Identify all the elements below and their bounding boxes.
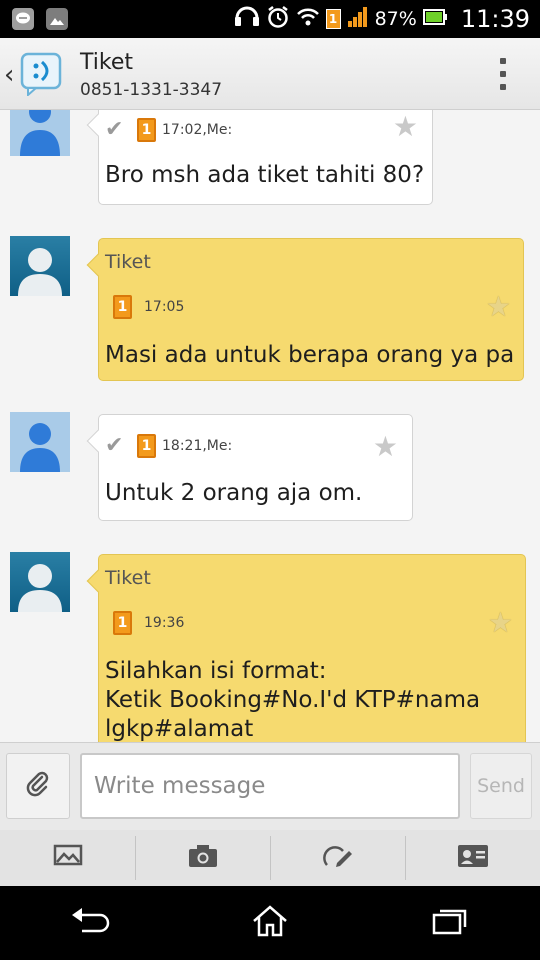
message-bubble-outgoing[interactable]: ✔ 1 17:02,Me: ★ Bro msh ada tiket tahiti… — [86, 110, 433, 205]
headset-icon — [234, 6, 260, 32]
clock: 11:39 — [460, 5, 530, 33]
sim-icon: 1 — [325, 9, 341, 29]
message-list[interactable]: ✔ 1 17:02,Me: ★ Bro msh ada tiket tahiti… — [0, 110, 540, 742]
message-bubble-incoming[interactable]: Tiket 1 17:05 ★ Masi ada untuk berapa or… — [86, 238, 524, 381]
my-avatar[interactable] — [10, 110, 70, 166]
recent-apps-button[interactable] — [405, 893, 495, 953]
sender-name: Tiket — [105, 251, 151, 273]
pencil-icon — [322, 843, 353, 873]
sender-name: Tiket — [105, 567, 151, 589]
send-button[interactable]: Send — [470, 753, 532, 819]
star-icon[interactable]: ★ — [488, 609, 513, 637]
message-time: 18:21,Me: — [162, 437, 233, 454]
star-icon[interactable]: ★ — [393, 113, 418, 141]
battery-icon — [422, 9, 447, 29]
paperclip-icon — [24, 770, 52, 802]
camera-icon — [188, 844, 218, 872]
back-chevron-icon[interactable]: ‹ — [4, 60, 14, 90]
conversation-header: ‹ Tiket 0851-1331-3347 — [0, 38, 540, 110]
message-text: Silahkan isi format: Ketik Booking#No.I'… — [105, 658, 481, 742]
messaging-app-icon[interactable] — [20, 52, 64, 98]
home-button[interactable] — [225, 893, 315, 953]
signal-icon — [347, 7, 369, 31]
sent-check-icon: ✔ — [105, 433, 124, 458]
home-icon — [252, 905, 288, 941]
battery-percent: 87% — [374, 8, 417, 30]
message-input[interactable] — [80, 753, 460, 819]
contact-name: Tiket — [80, 50, 133, 75]
picture-icon — [53, 844, 83, 872]
alarm-icon — [266, 5, 290, 33]
message-time: 19:36 — [144, 615, 185, 631]
my-avatar[interactable] — [10, 412, 70, 472]
recent-apps-icon — [432, 907, 468, 939]
message-text: Untuk 2 orang aja om. — [105, 480, 363, 506]
sim1-icon: 1 — [137, 117, 156, 142]
sim1-icon: 1 — [113, 611, 132, 635]
contact-phone: 0851-1331-3347 — [80, 80, 223, 100]
star-icon[interactable]: ★ — [486, 293, 511, 321]
sim1-icon: 1 — [113, 295, 132, 319]
chat-notification-icon — [12, 8, 34, 30]
sketch-button[interactable] — [270, 830, 405, 886]
message-bubble-outgoing[interactable]: ✔ 1 18:21,Me: ★ Untuk 2 orang aja om. — [86, 414, 413, 521]
message-text: Masi ada untuk berapa orang ya pa — [105, 342, 515, 368]
status-bar: 1 87% 11:39 — [0, 0, 540, 38]
message-time: 17:05 — [144, 299, 185, 315]
contact-avatar[interactable] — [10, 236, 70, 296]
contact-avatar[interactable] — [10, 552, 70, 612]
back-button[interactable] — [45, 893, 135, 953]
insert-contact-button[interactable] — [405, 830, 540, 886]
message-time: 17:02,Me: — [162, 121, 233, 138]
take-photo-button[interactable] — [135, 830, 270, 886]
message-bubble-incoming[interactable]: Tiket 1 19:36 ★ Silahkan isi format: Ket… — [86, 554, 526, 742]
media-toolbar — [0, 830, 540, 886]
sent-check-icon: ✔ — [105, 117, 124, 142]
overflow-menu-icon[interactable] — [500, 58, 508, 90]
compose-bar: Send — [0, 742, 540, 830]
star-icon[interactable]: ★ — [373, 433, 398, 461]
gallery-notification-icon — [46, 8, 68, 30]
system-nav-bar — [0, 886, 540, 960]
message-text: Bro msh ada tiket tahiti 80? — [105, 162, 425, 188]
back-arrow-icon — [70, 907, 110, 939]
attach-button[interactable] — [6, 753, 70, 819]
sim1-icon: 1 — [137, 433, 156, 458]
wifi-icon — [296, 7, 320, 31]
contact-card-icon — [457, 844, 489, 872]
insert-picture-button[interactable] — [0, 830, 135, 886]
